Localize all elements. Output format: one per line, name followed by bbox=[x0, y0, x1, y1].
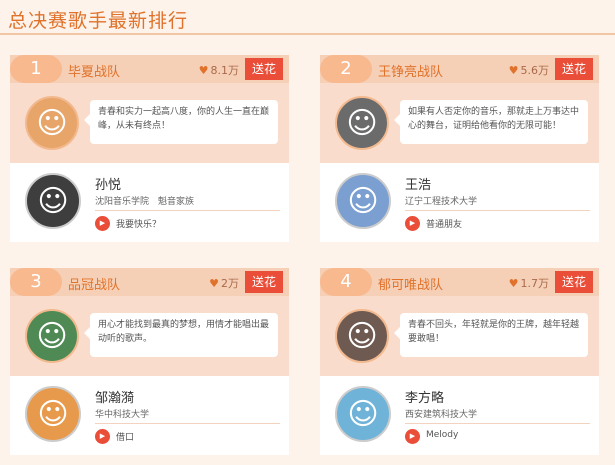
vote-value: 8.1万 bbox=[210, 64, 240, 77]
person-icon: ☺ bbox=[346, 105, 378, 141]
singer-school: 沈阳音乐学院 魁音家族 bbox=[95, 197, 195, 207]
person-icon: ☺ bbox=[347, 183, 379, 219]
coach-quote-bubble: 青春不回头，年轻就是你的王牌，越年轻越要敢唱！ bbox=[394, 313, 588, 357]
coach-quote-bubble: 如果有人否定你的音乐，那就走上万事达中心的舞台，证明给他看你的无限可能！ bbox=[394, 100, 588, 144]
person-icon: ☺ bbox=[347, 396, 379, 432]
coach-avatar[interactable]: ☺ bbox=[335, 309, 389, 363]
play-icon[interactable]: ▶ bbox=[405, 216, 420, 231]
person-icon: ☺ bbox=[36, 105, 68, 141]
divider bbox=[405, 210, 590, 211]
divider bbox=[405, 423, 590, 424]
rank-badge: 2 bbox=[320, 55, 372, 83]
coach-section: ☺ 如果有人否定你的音乐，那就走上万事达中心的舞台，证明给他看你的无限可能！ bbox=[320, 83, 599, 163]
team-name[interactable]: 毕夏战队 bbox=[68, 61, 120, 80]
vote-value: 5.6万 bbox=[520, 64, 550, 77]
team-card-2: 2 王铮亮战队 ♥ 5.6万 送花 ☺ 如果有人否定你的音乐，那就走上万事达中心的… bbox=[320, 55, 599, 242]
coach-avatar[interactable]: ☺ bbox=[335, 96, 389, 150]
coach-avatar[interactable]: ☺ bbox=[25, 96, 79, 150]
person-icon: ☺ bbox=[346, 318, 378, 354]
singer-section: ☺ 邹瀚漪 华中科技大学 ▶ 借口 bbox=[10, 376, 289, 455]
song-title[interactable]: 借口 bbox=[116, 430, 134, 443]
card-header: 4 郁可唯战队 ♥ 1.7万 送花 bbox=[320, 268, 599, 296]
rank-badge: 4 bbox=[320, 268, 372, 296]
divider bbox=[95, 423, 280, 424]
card-header: 2 王铮亮战队 ♥ 5.6万 送花 bbox=[320, 55, 599, 83]
singer-section: ☺ 王浩 辽宁工程技术大学 ▶ 普通朋友 bbox=[320, 163, 599, 242]
coach-section: ☺ 青春和实力一起高八度，你的人生一直在巅峰，从未有终点！ bbox=[10, 83, 289, 163]
heart-icon: ♥ bbox=[508, 277, 519, 290]
singer-name[interactable]: 王浩 bbox=[405, 174, 431, 193]
song-title[interactable]: 我要快乐？ bbox=[116, 217, 161, 230]
coach-quote-bubble: 用心才能找到最真的梦想，用情才能唱出最动听的歌声。 bbox=[84, 313, 278, 357]
divider bbox=[95, 210, 280, 211]
singer-school: 西安建筑科技大学 bbox=[405, 410, 478, 420]
page-title: 总决赛歌手最新排行 bbox=[8, 10, 189, 32]
coach-section: ☺ 用心才能找到最真的梦想，用情才能唱出最动听的歌声。 bbox=[10, 296, 289, 376]
vote-count: ♥ 8.1万 bbox=[199, 62, 239, 78]
singer-name[interactable]: 邹瀚漪 bbox=[95, 387, 134, 406]
team-name[interactable]: 王铮亮战队 bbox=[378, 61, 443, 80]
title-divider bbox=[0, 33, 615, 35]
play-icon[interactable]: ▶ bbox=[95, 429, 110, 444]
vote-value: 2万 bbox=[221, 277, 239, 290]
singer-school: 辽宁工程技术大学 bbox=[405, 197, 478, 207]
team-card-3: 3 品冠战队 ♥ 2万 送花 ☺ 用心才能找到最真的梦想，用情才能唱出最动听的歌声… bbox=[10, 268, 289, 455]
card-header: 3 品冠战队 ♥ 2万 送花 bbox=[10, 268, 289, 296]
song-title[interactable]: Melody bbox=[426, 430, 458, 440]
rank-badge: 3 bbox=[10, 268, 62, 296]
singer-school: 华中科技大学 bbox=[95, 410, 150, 420]
heart-icon: ♥ bbox=[508, 64, 519, 77]
singer-section: ☺ 李方略 西安建筑科技大学 ▶ Melody bbox=[320, 376, 599, 455]
rank-badge: 1 bbox=[10, 55, 62, 83]
singer-avatar[interactable]: ☺ bbox=[335, 173, 391, 229]
singer-name[interactable]: 孙悦 bbox=[95, 174, 121, 193]
coach-quote-bubble: 青春和实力一起高八度，你的人生一直在巅峰，从未有终点！ bbox=[84, 100, 278, 144]
singer-avatar[interactable]: ☺ bbox=[25, 173, 81, 229]
singer-avatar[interactable]: ☺ bbox=[25, 386, 81, 442]
play-icon[interactable]: ▶ bbox=[95, 216, 110, 231]
vote-count: ♥ 5.6万 bbox=[509, 62, 549, 78]
send-flower-button[interactable]: 送花 bbox=[555, 271, 593, 293]
team-name[interactable]: 品冠战队 bbox=[68, 274, 120, 293]
vote-count: ♥ 1.7万 bbox=[509, 275, 549, 291]
person-icon: ☺ bbox=[37, 183, 69, 219]
play-icon[interactable]: ▶ bbox=[405, 429, 420, 444]
team-card-1: 1 毕夏战队 ♥ 8.1万 送花 ☺ 青春和实力一起高八度，你的人生一直在巅峰，从… bbox=[10, 55, 289, 242]
person-icon: ☺ bbox=[37, 396, 69, 432]
coach-avatar[interactable]: ☺ bbox=[25, 309, 79, 363]
vote-value: 1.7万 bbox=[520, 277, 550, 290]
heart-icon: ♥ bbox=[198, 64, 209, 77]
person-icon: ☺ bbox=[36, 318, 68, 354]
singer-name[interactable]: 李方略 bbox=[405, 387, 444, 406]
send-flower-button[interactable]: 送花 bbox=[245, 58, 283, 80]
send-flower-button[interactable]: 送花 bbox=[245, 271, 283, 293]
vote-count: ♥ 2万 bbox=[209, 275, 239, 291]
send-flower-button[interactable]: 送花 bbox=[555, 58, 593, 80]
heart-icon: ♥ bbox=[209, 277, 219, 290]
coach-section: ☺ 青春不回头，年轻就是你的王牌，越年轻越要敢唱！ bbox=[320, 296, 599, 376]
singer-section: ☺ 孙悦 沈阳音乐学院 魁音家族 ▶ 我要快乐？ bbox=[10, 163, 289, 242]
card-header: 1 毕夏战队 ♥ 8.1万 送花 bbox=[10, 55, 289, 83]
song-title[interactable]: 普通朋友 bbox=[426, 217, 462, 230]
team-name[interactable]: 郁可唯战队 bbox=[378, 274, 443, 293]
singer-avatar[interactable]: ☺ bbox=[335, 386, 391, 442]
team-card-4: 4 郁可唯战队 ♥ 1.7万 送花 ☺ 青春不回头，年轻就是你的王牌，越年轻越要敢… bbox=[320, 268, 599, 455]
